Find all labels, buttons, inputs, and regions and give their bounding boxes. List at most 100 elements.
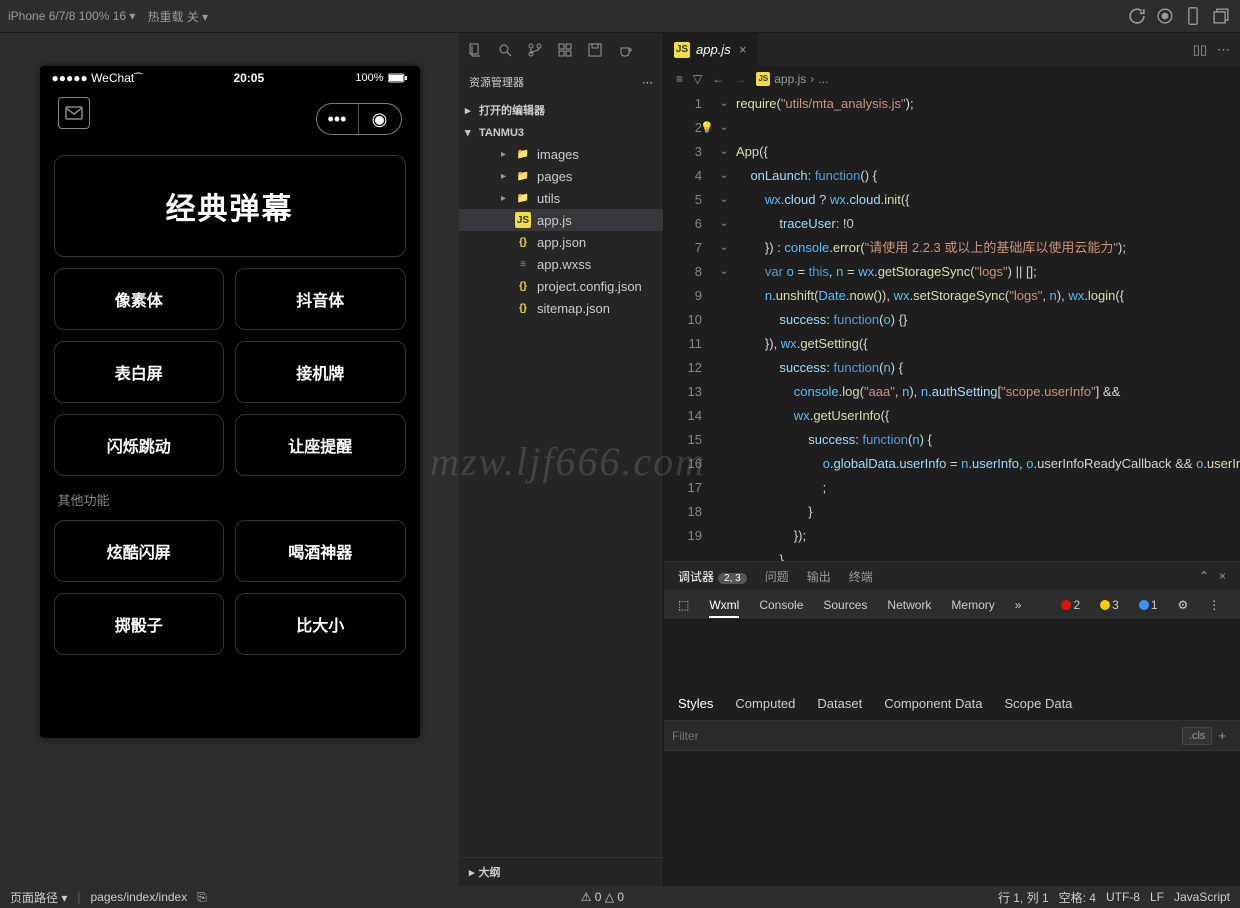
branch-icon[interactable] <box>527 42 543 58</box>
page-path[interactable]: pages/index/index <box>90 890 187 904</box>
capsule-menu[interactable]: •••◉ <box>316 103 402 135</box>
warn-count[interactable]: 3 <box>1100 598 1119 612</box>
tab-terminal[interactable]: 终端 <box>849 568 873 585</box>
tree-item[interactable]: ▸📁utils <box>459 187 663 209</box>
menu-icon[interactable]: ⋮ <box>1208 598 1220 612</box>
cursor-pos[interactable]: 行 1, 列 1 <box>998 889 1049 906</box>
explorer-title: 资源管理器 <box>469 74 524 90</box>
feature-button[interactable]: 喝酒神器 <box>235 520 406 582</box>
search-icon[interactable] <box>497 42 513 58</box>
record-icon[interactable] <box>1154 5 1176 27</box>
tree-item[interactable]: {}project.config.json <box>459 275 663 297</box>
feature-button[interactable]: 比大小 <box>235 593 406 655</box>
language-mode[interactable]: JavaScript <box>1174 890 1230 904</box>
subtab-component[interactable]: Component Data <box>884 696 982 711</box>
cls-toggle[interactable]: .cls <box>1182 727 1213 745</box>
tree-item[interactable]: {}sitemap.json <box>459 297 663 319</box>
capsule-target-icon[interactable]: ◉ <box>359 104 401 134</box>
hot-reload-toggle[interactable]: 热重载 关 ▾ <box>141 6 214 27</box>
tab-problems[interactable]: 问题 <box>765 568 789 585</box>
inspect-icon[interactable]: ⬚ <box>678 598 689 612</box>
gear-icon[interactable]: ⚙ <box>1178 598 1189 612</box>
filter-input[interactable] <box>672 729 1182 743</box>
feature-button[interactable]: 表白屏 <box>54 341 225 403</box>
folder-icon: 📁 <box>515 146 531 162</box>
page-path-label[interactable]: 页面路径 ▾ <box>10 889 67 906</box>
tree-item[interactable]: ▸📁images <box>459 143 663 165</box>
bookmark-icon[interactable]: ▽ <box>693 72 702 86</box>
breadcrumb-file[interactable]: app.js <box>774 72 806 86</box>
add-rule-icon[interactable]: + <box>1212 728 1232 743</box>
wxss-icon: ≡ <box>515 256 531 272</box>
files-icon[interactable] <box>467 42 483 58</box>
hero-card[interactable]: 经典弹幕 <box>54 155 406 257</box>
panel-console[interactable]: Console <box>759 598 803 612</box>
more-panels-icon[interactable]: » <box>1015 598 1022 612</box>
lightbulb-icon[interactable]: 💡 <box>700 116 714 140</box>
window-icon[interactable] <box>1210 5 1232 27</box>
more-icon[interactable]: ⋯ <box>1217 42 1230 58</box>
outline-section[interactable]: ▸大纲 <box>459 857 663 886</box>
subtab-styles[interactable]: Styles <box>678 696 713 711</box>
simulator-panel: ●●●●● WeChat⁀ 20:05 100% •••◉ 经典弹幕 像素体抖音… <box>0 33 459 886</box>
tree-item[interactable]: {}app.json <box>459 231 663 253</box>
indent-setting[interactable]: 空格: 4 <box>1059 889 1096 906</box>
tab-output[interactable]: 输出 <box>807 568 831 585</box>
tab-appjs[interactable]: JSapp.js× <box>664 33 759 66</box>
list-icon[interactable]: ≡ <box>676 72 683 86</box>
back-icon[interactable]: ← <box>712 72 724 86</box>
panel-network[interactable]: Network <box>887 598 931 612</box>
device-selector[interactable]: iPhone 6/7/8 100% 16 ▾ <box>8 9 135 23</box>
chevron-up-icon[interactable]: ⌃ <box>1199 569 1209 583</box>
tab-debugger[interactable]: 调试器2, 3 <box>678 568 747 585</box>
battery-label: 100% <box>355 72 407 84</box>
feature-button[interactable]: 掷骰子 <box>54 593 225 655</box>
feature-button[interactable]: 闪烁跳动 <box>54 414 225 476</box>
subtab-computed[interactable]: Computed <box>735 696 795 711</box>
feature-button[interactable]: 接机牌 <box>235 341 406 403</box>
json-icon: {} <box>515 234 531 250</box>
save-icon[interactable] <box>587 42 603 58</box>
section-label: 其他功能 <box>40 476 420 509</box>
tree-item[interactable]: ▸📁pages <box>459 165 663 187</box>
json-icon: {} <box>515 278 531 294</box>
refresh-icon[interactable] <box>1126 5 1148 27</box>
eol[interactable]: LF <box>1150 890 1164 904</box>
feature-button[interactable]: 让座提醒 <box>235 414 406 476</box>
encoding[interactable]: UTF-8 <box>1106 890 1140 904</box>
open-editors-section[interactable]: ▸打开的编辑器 <box>459 98 663 122</box>
panel-wxml[interactable]: Wxml <box>709 598 739 618</box>
panel-sources[interactable]: Sources <box>823 598 867 612</box>
forward-icon[interactable]: → <box>734 72 746 86</box>
copy-icon[interactable]: ⎘ <box>197 890 207 905</box>
editor-panel: JSapp.js× ▯▯⋯ ≡ ▽ ← → JSapp.js›... 12345… <box>664 33 1240 886</box>
phone-frame: ●●●●● WeChat⁀ 20:05 100% •••◉ 经典弹幕 像素体抖音… <box>40 66 420 738</box>
more-icon[interactable]: ⋯ <box>642 76 653 89</box>
folder-icon: 📁 <box>515 190 531 206</box>
extensions-icon[interactable] <box>557 42 573 58</box>
split-icon[interactable]: ▯▯ <box>1193 42 1207 58</box>
error-count[interactable]: 2 <box>1061 598 1080 612</box>
info-count[interactable]: 1 <box>1139 598 1158 612</box>
devtools-panel: 调试器2, 3 问题 输出 终端 ⌃ × ⬚ Wxml Console Sourc… <box>664 561 1240 886</box>
problems-indicator[interactable]: ⚠ 0 △ 0 <box>581 890 624 904</box>
subtab-dataset[interactable]: Dataset <box>817 696 862 711</box>
clock-label: 20:05 <box>142 71 355 85</box>
close-icon[interactable]: × <box>1219 569 1226 583</box>
panel-memory[interactable]: Memory <box>951 598 994 612</box>
close-tab-icon[interactable]: × <box>737 42 749 57</box>
project-section[interactable]: ▾TANMU3 <box>459 122 663 143</box>
phone-icon[interactable] <box>1182 5 1204 27</box>
tree-item[interactable]: ≡app.wxss <box>459 253 663 275</box>
mail-icon[interactable] <box>58 97 90 129</box>
capsule-more-icon[interactable]: ••• <box>317 104 359 134</box>
feature-button[interactable]: 抖音体 <box>235 268 406 330</box>
cup-icon[interactable] <box>617 42 633 58</box>
subtab-scope[interactable]: Scope Data <box>1004 696 1072 711</box>
feature-button[interactable]: 像素体 <box>54 268 225 330</box>
phone-statusbar: ●●●●● WeChat⁀ 20:05 100% <box>40 66 420 89</box>
tree-item[interactable]: JSapp.js <box>459 209 663 231</box>
feature-button[interactable]: 炫酷闪屏 <box>54 520 225 582</box>
sidebar-iconbar <box>459 33 663 66</box>
code-area[interactable]: 12345678910111213141516171819💡 ⌄⌄⌄⌄⌄⌄⌄⌄ … <box>664 92 1240 561</box>
